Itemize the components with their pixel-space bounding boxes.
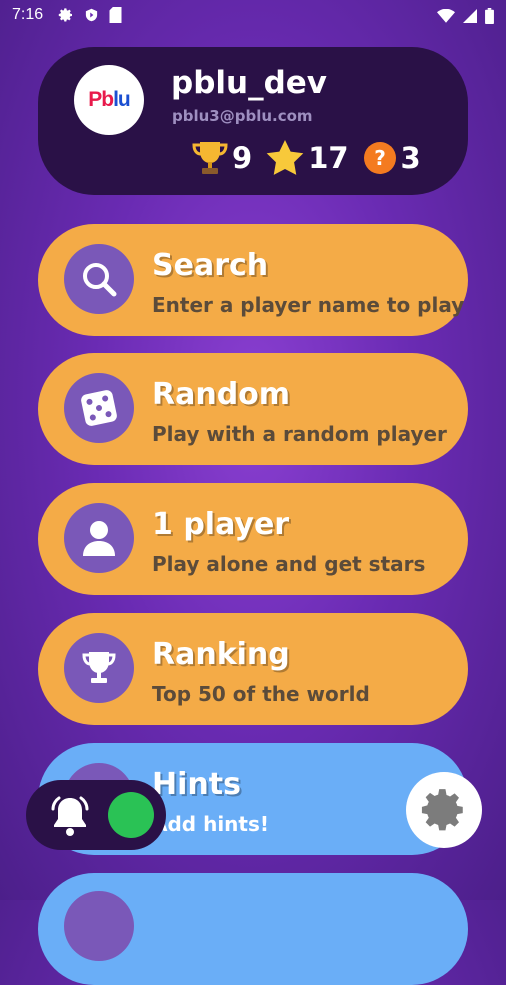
menu-title: Hints (152, 767, 241, 802)
notification-toggle[interactable] (26, 780, 166, 850)
toggle-on-indicator[interactable] (108, 792, 154, 838)
star-icon (266, 140, 304, 175)
sd-card-icon (109, 7, 122, 23)
ranking-menu-button[interactable]: Ranking Top 50 of the world (38, 613, 468, 725)
profile-card: Pblu pblu_dev pblu3@pblu.com 9 17 ? 3 (38, 47, 468, 195)
menu-subtitle: Top 50 of the world (152, 682, 370, 706)
menu-subtitle: Enter a player name to play (152, 293, 465, 317)
wifi-icon (437, 9, 455, 23)
stars-count: 17 (308, 141, 349, 175)
one-player-menu-button[interactable]: 1 player Play alone and get stars (38, 483, 468, 595)
trophies-count: 9 (232, 141, 253, 175)
menu-subtitle: Play with a random player (152, 422, 447, 446)
random-menu-button[interactable]: Random Play with a random player (38, 353, 468, 465)
username: pblu_dev (171, 65, 327, 101)
trophy-icon (82, 652, 116, 683)
search-menu-button[interactable]: Search Enter a player name to play (38, 224, 468, 336)
trophies-stat: 9 (192, 139, 252, 177)
stats-row: 9 17 ? 3 (192, 139, 435, 177)
next-menu-button[interactable] (38, 873, 468, 985)
gear-icon (421, 789, 463, 831)
menu-title: 1 player (152, 507, 290, 542)
user-email: pblu3@pblu.com (172, 107, 313, 125)
battery-icon (485, 8, 494, 24)
menu-title: Ranking (152, 637, 290, 672)
dice-icon (81, 390, 117, 426)
pblu-logo: Pblu (88, 88, 130, 111)
person-icon (83, 521, 115, 556)
trophy-icon (192, 142, 228, 174)
hints-count: 3 (400, 141, 421, 175)
svg-text:?: ? (374, 146, 386, 170)
menu-title: Search (152, 248, 269, 283)
menu-title: Random (152, 377, 291, 412)
stars-stat: 17 (266, 140, 349, 176)
search-icon (83, 263, 117, 297)
status-time: 7:16 (12, 6, 44, 23)
bell-icon (51, 796, 89, 836)
question-icon: ? (363, 142, 396, 174)
avatar[interactable]: Pblu (74, 65, 144, 135)
status-bar: 7:16 (0, 0, 506, 32)
menu-subtitle: Add hints! (152, 812, 269, 836)
menu-subtitle: Play alone and get stars (152, 552, 426, 576)
signal-icon (463, 9, 477, 23)
hints-stat: ? 3 (363, 141, 421, 175)
gear-icon (58, 8, 72, 22)
settings-button[interactable] (406, 772, 482, 848)
shield-icon (85, 8, 98, 22)
